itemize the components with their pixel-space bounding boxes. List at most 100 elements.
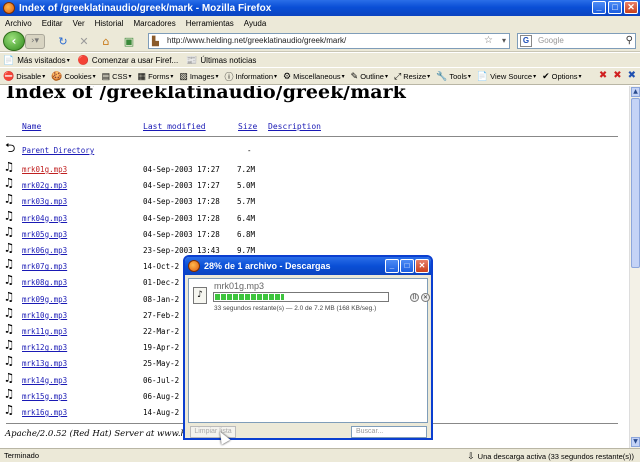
home-icon[interactable]: ⌂: [99, 35, 113, 48]
parent-directory-row: ⮌ Parent Directory -: [5, 141, 305, 157]
status-text: Terminado: [4, 451, 40, 460]
clear-list-button[interactable]: Limpiar lista: [190, 426, 236, 438]
divider: [6, 136, 618, 137]
downloads-search-input[interactable]: Buscar...: [351, 426, 427, 438]
download-progress-fill: [215, 294, 284, 300]
file-link[interactable]: mrk11g.mp3: [22, 327, 67, 336]
devbar-forms[interactable]: ▦ Forms ▾: [135, 71, 177, 82]
google-engine-icon[interactable]: G: [520, 35, 532, 47]
star-icon[interactable]: ☆: [484, 34, 493, 48]
devbar-view-source[interactable]: 📄 View Source ▾: [474, 71, 539, 82]
devbar-disable[interactable]: ⛔ Disable ▾: [0, 71, 48, 82]
file-date: 01-Dec-2: [143, 278, 180, 288]
close-button[interactable]: ✕: [415, 259, 429, 273]
pause-icon[interactable]: ll: [410, 293, 419, 302]
file-date: 19-Apr-2: [143, 343, 180, 353]
add-bookmark-icon[interactable]: ▣: [122, 35, 136, 48]
minimize-button[interactable]: _: [385, 259, 399, 273]
bookmark-comenzar[interactable]: 🔴 Comenzar a usar Firef...: [75, 55, 183, 66]
scroll-thumb[interactable]: [631, 98, 640, 268]
file-link[interactable]: mrk02g.mp3: [22, 181, 67, 190]
menu-herramientas[interactable]: Herramientas: [181, 19, 239, 28]
back-arrow-icon: ⮌: [5, 141, 16, 156]
disable-icon: ⛔: [3, 70, 15, 81]
bookmark-label: Últimas noticias: [200, 55, 257, 65]
information-icon: ⓘ: [224, 71, 234, 82]
music-note-icon: ♫: [5, 370, 13, 386]
chevron-down-icon[interactable]: ▾: [502, 34, 506, 48]
file-link[interactable]: mrk07g.mp3: [22, 262, 67, 271]
devbar-css[interactable]: ▤ CSS ▾: [99, 71, 135, 82]
back-button[interactable]: ‹: [3, 31, 25, 51]
maximize-button[interactable]: □: [608, 1, 622, 14]
forms-icon: ▦: [137, 70, 147, 81]
menu-historial[interactable]: Historial: [90, 19, 129, 28]
column-description-link[interactable]: Description: [268, 122, 321, 131]
server-signature: Apache/2.0.52 (Red Hat) Server at www.he…: [5, 429, 200, 439]
file-link[interactable]: mrk08g.mp3: [22, 278, 67, 287]
cancel-icon[interactable]: ✕: [421, 293, 430, 302]
file-date: 25-May-2: [143, 359, 180, 369]
devbar-label: Resize: [403, 71, 427, 81]
devbar-outline[interactable]: ✎ Outline ▾: [348, 71, 391, 82]
bookmark-mas-visitados[interactable]: 📄 Más visitados ▾: [0, 55, 75, 66]
devbar-images[interactable]: ▧ Images ▾: [176, 71, 221, 82]
scroll-up-icon[interactable]: ▲: [631, 87, 640, 97]
close-button[interactable]: ✕: [624, 1, 638, 14]
forward-button[interactable]: ›▾: [25, 34, 45, 49]
file-link[interactable]: mrk03g.mp3: [22, 197, 67, 206]
file-date: 23-Sep-2003 13:43: [143, 246, 220, 255]
music-note-icon: ♫: [5, 305, 13, 321]
reload-icon[interactable]: ↻: [56, 35, 70, 48]
file-link[interactable]: mrk04g.mp3: [22, 214, 67, 223]
file-link[interactable]: mrk10g.mp3: [22, 311, 67, 320]
file-link[interactable]: mrk09g.mp3: [22, 295, 67, 304]
file-link[interactable]: mrk15g.mp3: [22, 392, 67, 401]
download-item[interactable]: ♪ mrk01g.mp3 ll ✕ 33 segundos restante(s…: [189, 279, 430, 317]
search-input[interactable]: G Google ⚲: [517, 33, 636, 49]
firefox-icon: 🔴: [77, 54, 89, 65]
file-link[interactable]: mrk06g.mp3: [22, 246, 67, 255]
file-link[interactable]: mrk01g.mp3: [22, 165, 67, 174]
download-status-text[interactable]: Una descarga activa (33 segundos restant…: [478, 452, 634, 461]
close-toolbar-icon[interactable]: ✖: [628, 70, 636, 81]
error-icon[interactable]: ✖: [599, 70, 607, 81]
devbar-options[interactable]: ✔ Options ▾: [539, 71, 584, 82]
minimize-button[interactable]: _: [592, 1, 606, 14]
search-icon[interactable]: ⚲: [626, 34, 633, 48]
file-link[interactable]: mrk13g.mp3: [22, 359, 67, 368]
menu-ver[interactable]: Ver: [68, 19, 90, 28]
parent-directory-link[interactable]: Parent Directory: [22, 146, 94, 155]
column-name-link[interactable]: Name: [22, 122, 41, 131]
menu-editar[interactable]: Editar: [37, 19, 68, 28]
navigation-toolbar: ‹ ›▾ ↻ ✕ ⌂ ▣ ▙ http://www.helding.net/gr…: [0, 30, 640, 52]
column-modified-link[interactable]: Last modified: [143, 122, 206, 131]
devbar-label: Options: [551, 71, 578, 81]
devbar-information[interactable]: ⓘ Information ▾: [221, 70, 280, 83]
bookmark-ultimas-noticias[interactable]: 📰 Últimas noticias: [183, 55, 261, 66]
warning-icon[interactable]: ✖: [613, 70, 621, 81]
menu-ayuda[interactable]: Ayuda: [239, 19, 272, 28]
scroll-down-icon[interactable]: ▼: [631, 437, 640, 447]
devbar-cookies[interactable]: 🍪 Cookies ▾: [48, 71, 98, 82]
devbar-resize[interactable]: ⤢ Resize ▾: [391, 71, 433, 82]
file-size: 5.7M: [237, 197, 256, 207]
stop-icon[interactable]: ✕: [77, 35, 91, 48]
menu-archivo[interactable]: Archivo: [0, 19, 37, 28]
devbar-tools[interactable]: 🔧 Tools ▾: [433, 71, 474, 82]
vertical-scrollbar[interactable]: ▲ ▼: [629, 86, 640, 448]
window-controls: _ □ ✕: [592, 1, 638, 14]
column-size-link[interactable]: Size: [238, 122, 257, 131]
file-link[interactable]: mrk12g.mp3: [22, 343, 67, 352]
menu-marcadores[interactable]: Marcadores: [129, 19, 181, 28]
rss-icon: 📰: [186, 54, 198, 65]
url-text: http://www.helding.net/greeklatinaudio/g…: [167, 36, 347, 45]
file-link[interactable]: mrk16g.mp3: [22, 408, 67, 417]
url-bar[interactable]: ▙ http://www.helding.net/greeklatinaudio…: [148, 33, 510, 49]
file-link[interactable]: mrk05g.mp3: [22, 230, 67, 239]
devbar-miscellaneous[interactable]: ⚙ Miscellaneous ▾: [280, 71, 348, 82]
devbar-label: Images: [189, 71, 215, 81]
file-link[interactable]: mrk14g.mp3: [22, 376, 67, 385]
maximize-button[interactable]: □: [400, 259, 414, 273]
download-icon[interactable]: ⇩: [467, 451, 475, 462]
